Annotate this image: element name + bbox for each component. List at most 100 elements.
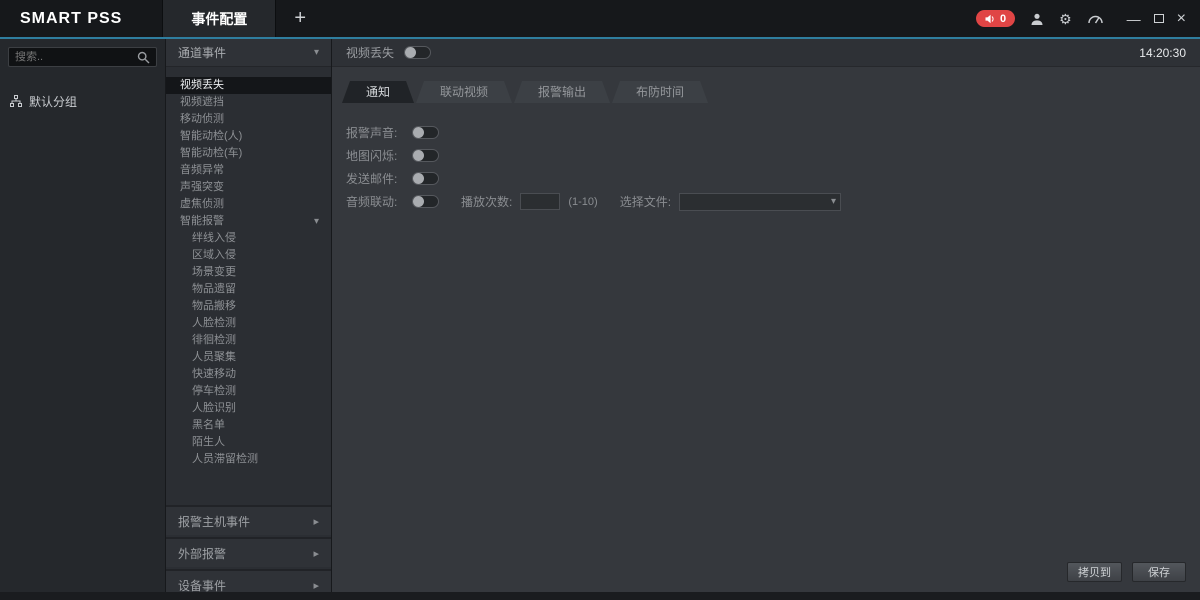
tab-bar: 通知联动视频报警输出布防时间	[342, 81, 1200, 103]
event-item[interactable]: 移动侦测	[166, 111, 331, 128]
event-item-label: 区域入侵	[192, 247, 236, 264]
alarm-notification-badge[interactable]: 0	[976, 10, 1015, 27]
event-section[interactable]: 报警主机事件 ▸	[166, 505, 331, 535]
chevron-down-icon: ▾	[314, 47, 319, 58]
map-flash-label: 地图闪烁:	[346, 147, 404, 164]
event-item[interactable]: 场景变更	[166, 264, 331, 281]
event-item-label: 快速移动	[192, 366, 236, 383]
toggle-knob	[405, 47, 416, 58]
event-item-label: 虚焦侦测	[180, 196, 224, 213]
event-item[interactable]: 物品搬移	[166, 298, 331, 315]
tab-inactive[interactable]: 联动视频	[416, 81, 512, 103]
event-item-label: 移动侦测	[180, 111, 224, 128]
event-item[interactable]: 人员滞留检测	[166, 451, 331, 468]
maximize-button[interactable]	[1154, 14, 1164, 23]
event-item-label: 陌生人	[192, 434, 225, 451]
save-button[interactable]: 保存	[1132, 562, 1186, 582]
event-section-label: 设备事件	[178, 577, 226, 593]
event-section-label: 报警主机事件	[178, 513, 250, 530]
toggle-knob	[413, 173, 424, 184]
play-count-input[interactable]	[520, 193, 560, 210]
event-type-panel: 通道事件 ▾ 视频丢失视频遮挡移动侦测智能动检(人)智能动检(车)音频异常声强突…	[166, 39, 332, 592]
event-item-label: 智能动检(人)	[180, 128, 242, 145]
event-item-label: 物品遗留	[192, 281, 236, 298]
select-file-dropdown[interactable]: ▾	[679, 193, 841, 211]
event-item-label: 物品搬移	[192, 298, 236, 315]
event-item[interactable]: 陌生人	[166, 434, 331, 451]
tab-event-config[interactable]: 事件配置	[162, 0, 276, 37]
map-flash-toggle[interactable]	[412, 149, 439, 162]
minimize-button[interactable]: —	[1127, 12, 1141, 26]
toggle-knob	[413, 196, 424, 207]
event-item[interactable]: 音频异常	[166, 162, 331, 179]
event-item[interactable]: 声强突变	[166, 179, 331, 196]
send-email-row: 发送邮件:	[346, 167, 1200, 190]
tab-inactive[interactable]: 报警输出	[514, 81, 610, 103]
chevron-right-icon: ▸	[313, 579, 319, 592]
event-item[interactable]: 绊线入侵	[166, 230, 331, 247]
group-tree-icon	[10, 95, 22, 107]
search-input[interactable]	[9, 51, 137, 63]
new-tab-button[interactable]: +	[276, 0, 324, 37]
event-item[interactable]: 区域入侵	[166, 247, 331, 264]
play-count-hint: (1-10)	[568, 196, 597, 208]
alarm-sound-row: 报警声音:	[346, 121, 1200, 144]
send-email-toggle[interactable]	[412, 172, 439, 185]
audio-link-toggle[interactable]	[412, 195, 439, 208]
event-section[interactable]: 设备事件 ▸	[166, 569, 331, 592]
chevron-right-icon: ▸	[313, 515, 319, 528]
clock: 14:20:30	[1139, 46, 1186, 60]
event-item-label: 停车检测	[192, 383, 236, 400]
chevron-down-icon: ▾	[831, 196, 836, 207]
event-enable-toggle[interactable]	[404, 46, 431, 59]
close-button[interactable]: ×	[1177, 11, 1186, 27]
sidebar-item-default-group[interactable]: 默认分组	[0, 91, 165, 111]
copy-to-button[interactable]: 拷贝到	[1067, 562, 1122, 582]
default-group-label: 默认分组	[29, 93, 77, 110]
tab-active[interactable]: 通知	[342, 81, 414, 103]
event-item[interactable]: 物品遗留	[166, 281, 331, 298]
event-item[interactable]: 黑名单	[166, 417, 331, 434]
event-item-label: 绊线入侵	[192, 230, 236, 247]
event-item-label: 视频遮挡	[180, 94, 224, 111]
event-section[interactable]: 外部报警 ▸	[166, 537, 331, 567]
event-item-label: 智能报警	[180, 213, 224, 230]
window-controls: — ×	[1127, 11, 1186, 27]
event-item[interactable]: 智能报警 ▾	[166, 213, 331, 230]
event-item-label: 场景变更	[192, 264, 236, 281]
event-item-label: 人员聚集	[192, 349, 236, 366]
chevron-down-icon: ▾	[314, 213, 319, 230]
event-item[interactable]: 视频遮挡	[166, 94, 331, 111]
event-item[interactable]: 虚焦侦测	[166, 196, 331, 213]
event-item[interactable]: 智能动检(人)	[166, 128, 331, 145]
gear-icon: ⚙	[1059, 12, 1072, 26]
app-logo: SMART PSS	[0, 10, 162, 28]
event-item[interactable]: 人员聚集	[166, 349, 331, 366]
event-item[interactable]: 徘徊检测	[166, 332, 331, 349]
tab-inactive[interactable]: 布防时间	[612, 81, 708, 103]
channel-events-label: 通道事件	[178, 44, 226, 61]
alarm-sound-label: 报警声音:	[346, 124, 404, 141]
event-item[interactable]: 人脸检测	[166, 315, 331, 332]
event-item[interactable]: 视频丢失	[166, 77, 331, 94]
audio-link-row: 音频联动: 播放次数: (1-10) 选择文件: ▾	[346, 190, 1200, 213]
alarm-sound-toggle[interactable]	[412, 126, 439, 139]
toggle-knob	[413, 127, 424, 138]
search-icon[interactable]	[137, 51, 150, 64]
event-section-label: 外部报警	[178, 545, 226, 562]
event-item-label: 视频丢失	[180, 77, 224, 94]
chevron-right-icon: ▸	[313, 547, 319, 560]
notification-form: 报警声音: 地图闪烁: 发送邮件: 音频联动: 播放次数: (1-10)	[346, 121, 1200, 213]
settings-button[interactable]: ⚙	[1059, 12, 1072, 26]
channel-events-dropdown[interactable]: 通道事件 ▾	[166, 39, 331, 67]
event-item[interactable]: 智能动检(车)	[166, 145, 331, 162]
event-item[interactable]: 停车检测	[166, 383, 331, 400]
event-item[interactable]: 快速移动	[166, 366, 331, 383]
play-count-label: 播放次数:	[461, 193, 512, 210]
event-item[interactable]: 人脸识别	[166, 400, 331, 417]
event-item-label: 黑名单	[192, 417, 225, 434]
body: 默认分组 通道事件 ▾ 视频丢失视频遮挡移动侦测智能动检(人)智能动检(车)音频…	[0, 39, 1200, 592]
performance-button[interactable]	[1087, 12, 1104, 25]
user-button[interactable]	[1030, 12, 1044, 26]
main-header: 视频丢失 14:20:30	[332, 39, 1200, 67]
